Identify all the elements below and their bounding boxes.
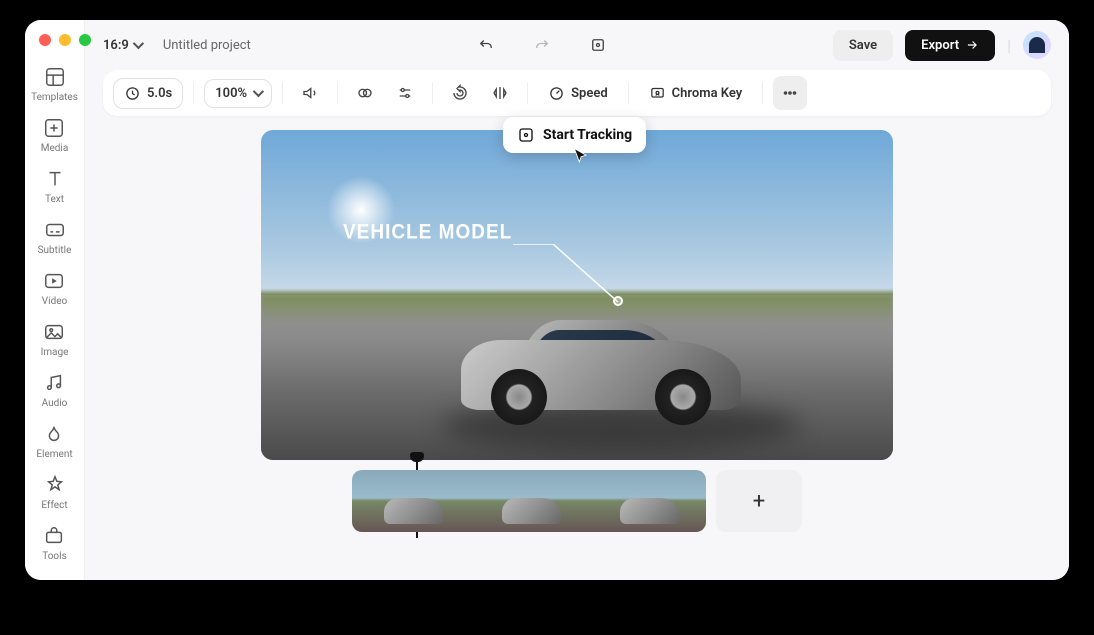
max-dot[interactable] (79, 34, 91, 46)
canvas-area: Start Tracking VEHICLE MODEL (85, 116, 1069, 580)
thumb-frame[interactable] (470, 470, 588, 532)
export-button[interactable]: Export (905, 30, 995, 61)
redo-button[interactable] (525, 28, 559, 62)
chroma-key-button[interactable]: Chroma Key (639, 79, 753, 108)
project-title[interactable]: Untitled project (163, 38, 251, 53)
sidebar-templates[interactable]: Templates (31, 66, 78, 103)
save-button[interactable]: Save (833, 30, 893, 61)
tracking-icon (517, 126, 535, 144)
avatar[interactable] (1023, 31, 1051, 59)
sidebar-element[interactable]: Element (36, 423, 72, 460)
more-button[interactable] (773, 76, 807, 110)
sidebar-effect[interactable]: Effect (41, 474, 67, 511)
min-dot[interactable] (59, 34, 71, 46)
chevron-down-icon (253, 86, 264, 97)
clock-icon (124, 85, 141, 102)
element-icon (43, 423, 65, 445)
crop-button[interactable] (581, 28, 615, 62)
zoom-dropdown[interactable]: 100% (204, 79, 272, 108)
add-clip-button[interactable]: + (716, 470, 802, 532)
sidebar-video[interactable]: Video (42, 270, 67, 307)
sidebar: Templates Media Text Subtitle Video Imag… (25, 20, 85, 580)
speed-button[interactable]: Speed (538, 79, 618, 108)
undo-button[interactable] (469, 28, 503, 62)
image-icon (43, 321, 65, 343)
flip-button[interactable] (483, 76, 517, 110)
callout-line (513, 244, 643, 304)
sidebar-text[interactable]: Text (44, 168, 66, 205)
chroma-icon (649, 85, 666, 102)
aspect-ratio-dropdown[interactable]: 16:9 (103, 38, 141, 53)
sidebar-image[interactable]: Image (41, 321, 69, 358)
chevron-down-icon (133, 38, 144, 49)
preview-canvas[interactable]: VEHICLE MODEL (261, 130, 893, 460)
templates-icon (44, 66, 66, 88)
video-icon (43, 270, 65, 292)
cursor-icon (571, 146, 591, 170)
duration-control[interactable]: 5.0s (113, 78, 183, 109)
topbar: 16:9 Untitled project Save Export | (85, 20, 1069, 70)
volume-button[interactable] (293, 76, 327, 110)
subtitle-icon (44, 219, 66, 241)
clip-thumbnails[interactable] (352, 470, 706, 532)
callout-label[interactable]: VEHICLE MODEL (343, 221, 512, 245)
sidebar-media[interactable]: Media (41, 117, 69, 154)
sidebar-subtitle[interactable]: Subtitle (38, 219, 72, 256)
arrow-right-icon (965, 38, 979, 52)
sidebar-tools[interactable]: Tools (42, 525, 66, 562)
media-icon (43, 117, 65, 139)
color-button[interactable] (348, 76, 382, 110)
adjust-button[interactable] (388, 76, 422, 110)
rotate-button[interactable] (443, 76, 477, 110)
close-dot[interactable] (39, 34, 51, 46)
text-icon (44, 168, 66, 190)
speed-icon (548, 85, 565, 102)
audio-icon (43, 372, 65, 394)
clip-toolbar: 5.0s 100% Speed Chroma Key (103, 70, 1051, 116)
effect-icon (44, 474, 66, 496)
callout-anchor[interactable] (613, 296, 623, 306)
traffic-lights (39, 34, 91, 46)
thumb-frame[interactable] (352, 470, 470, 532)
sidebar-audio[interactable]: Audio (42, 372, 68, 409)
thumb-frame[interactable] (588, 470, 706, 532)
timeline[interactable]: + (352, 470, 802, 532)
tools-icon (43, 525, 65, 547)
